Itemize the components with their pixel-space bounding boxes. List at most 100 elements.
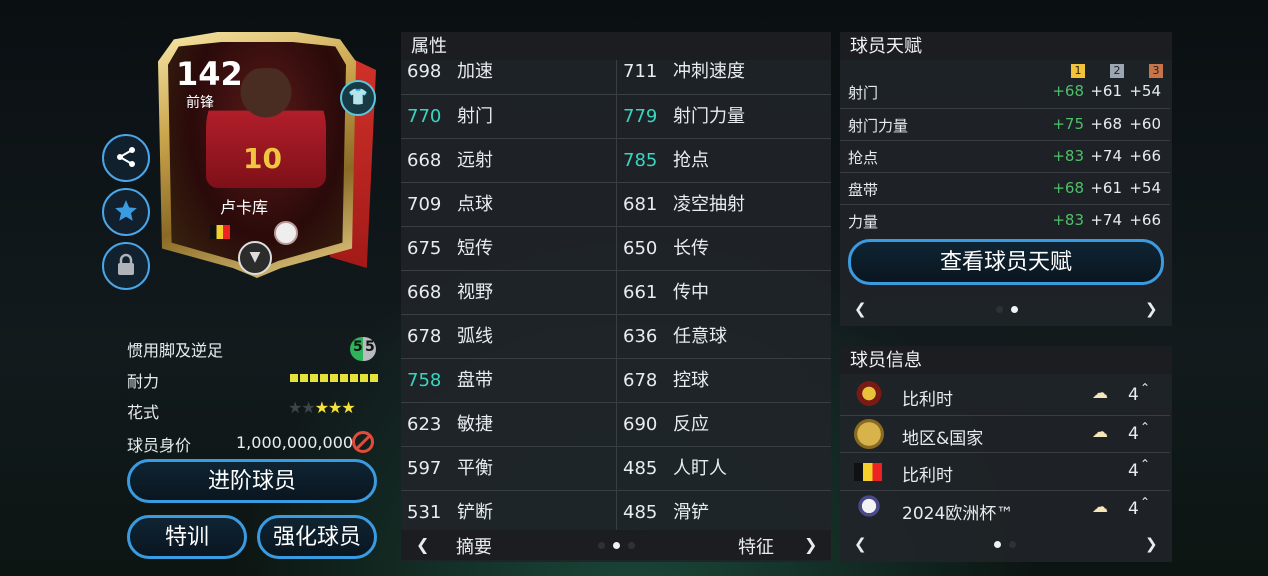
info-next-arrow[interactable]: ❯ — [1145, 535, 1158, 553]
attribute-row: 678 弧线 636 任意球 — [401, 314, 831, 359]
page-dot — [1009, 541, 1016, 548]
attribute-cell: 485 人盯人 — [623, 447, 727, 491]
talent-next-arrow[interactable]: ❯ — [1145, 300, 1158, 318]
euro-league-icon — [274, 221, 298, 245]
chevron-up-icon: ⌃ — [1140, 381, 1151, 395]
attribute-name: 任意球 — [673, 326, 727, 347]
player-info-count: 4 — [1128, 461, 1139, 481]
attribute-name: 加速 — [457, 61, 493, 82]
chevron-up-icon: ⌃ — [1140, 494, 1151, 509]
attribute-value: 597 — [407, 458, 442, 479]
tab-traits[interactable]: 特征 — [738, 533, 774, 559]
skill-label: 花式 — [127, 403, 160, 422]
attribute-cell: 690 反应 — [623, 403, 709, 447]
skill-stars: ★★★★★ — [288, 398, 356, 417]
share-icon[interactable] — [102, 134, 150, 182]
player-info-label: 比利时 — [902, 466, 953, 486]
attribute-cell: 675 短传 — [407, 227, 493, 271]
belgium-crest-icon — [854, 380, 884, 410]
talent-bonus: +74 — [1090, 147, 1122, 165]
attribute-value: 758 — [407, 370, 442, 391]
attributes-prev-arrow[interactable]: ❮ — [416, 535, 429, 554]
attribute-name: 长传 — [673, 238, 709, 259]
attribute-value: 698 — [407, 61, 442, 82]
shirt-icon[interactable]: 👕 — [340, 80, 376, 116]
attributes-next-arrow[interactable]: ❯ — [804, 535, 817, 554]
star-icon[interactable] — [102, 188, 150, 236]
value-label: 球员身价 — [127, 436, 192, 455]
attribute-name: 冲刺速度 — [673, 61, 745, 82]
view-talent-button[interactable]: 查看球员天赋 — [848, 239, 1164, 285]
attribute-cell: 636 任意球 — [623, 315, 727, 359]
belgium-flag-icon — [854, 463, 882, 481]
talent-bonus: +83 — [1052, 147, 1084, 165]
stamina-label: 耐力 — [127, 372, 160, 391]
attribute-name: 短传 — [457, 238, 493, 259]
attribute-value: 668 — [407, 150, 442, 171]
attribute-name: 传中 — [673, 282, 709, 303]
talent-bonus: +68 — [1052, 179, 1084, 197]
attribute-cell: 681 凌空抽射 — [623, 183, 745, 227]
not-tradable-icon — [352, 431, 374, 453]
attribute-cell: 623 敏捷 — [407, 403, 493, 447]
talent-bonus: +60 — [1129, 115, 1161, 133]
weak-foot-label: 惯用脚及逆足 — [127, 341, 224, 360]
attribute-value: 531 — [407, 502, 442, 523]
upgrade-button[interactable]: 进阶球员 — [127, 459, 377, 503]
star-icon: ★ — [288, 398, 302, 417]
talent-bonus: +74 — [1090, 211, 1122, 229]
stamina-bar — [290, 374, 378, 382]
attribute-cell: 668 视野 — [407, 271, 493, 315]
player-info-count: 4 — [1128, 423, 1139, 444]
player-info-title: 球员信息 — [840, 346, 1172, 374]
weak-foot-right: 5 — [365, 339, 375, 355]
player-info-row[interactable]: 比利时 ☁ 4 ⌃ — [840, 377, 1170, 414]
attribute-name: 抢点 — [673, 150, 709, 171]
talent-bonus: +61 — [1090, 82, 1122, 100]
talent-bonus: +66 — [1129, 211, 1161, 229]
jersey-number: 10 — [243, 142, 282, 175]
page-dot — [628, 542, 635, 549]
talent-bonus: +54 — [1129, 82, 1161, 100]
attribute-name: 视野 — [457, 282, 493, 303]
page-dot — [996, 306, 1003, 313]
attribute-name: 射门力量 — [673, 106, 745, 127]
training-button[interactable]: 特训 — [127, 515, 247, 559]
attribute-value: 678 — [623, 370, 658, 391]
player-info-label: 地区&国家 — [902, 428, 984, 449]
attribute-cell: 668 远射 — [407, 139, 493, 183]
talent-prev-arrow[interactable]: ❮ — [854, 300, 867, 318]
attribute-cell: 531 铲断 — [407, 491, 493, 535]
attribute-value: 678 — [407, 326, 442, 347]
attribute-row: 709 点球 681 凌空抽射 — [401, 182, 831, 227]
attribute-cell: 678 控球 — [623, 359, 709, 403]
attribute-name: 远射 — [457, 150, 493, 171]
attribute-row: 623 敏捷 690 反应 — [401, 402, 831, 447]
player-info-row[interactable]: 2024欧洲杯™ ☁ 4 ⌃ — [840, 489, 1170, 528]
talent-row: 射门 +68 +61 +54 — [840, 76, 1170, 108]
attribute-cell: 678 弧线 — [407, 315, 493, 359]
lock-icon[interactable] — [102, 242, 150, 290]
attribute-row: 668 视野 661 传中 — [401, 270, 831, 315]
attribute-row: 758 盘带 678 控球 — [401, 358, 831, 403]
talent-bonus: +68 — [1090, 115, 1122, 133]
weak-foot-badge: 5 5 — [350, 337, 376, 361]
player-value: 1,000,000,000 — [236, 433, 354, 452]
attribute-cell: 698 加速 — [407, 50, 493, 94]
talent-name: 射门 — [848, 84, 879, 102]
talent-bonus: +61 — [1090, 179, 1122, 197]
attribute-value: 661 — [623, 282, 658, 303]
chemistry-badge-icon: ▼ — [238, 241, 272, 275]
tab-summary[interactable]: 摘要 — [456, 533, 492, 559]
enhance-button[interactable]: 强化球员 — [257, 515, 377, 559]
attribute-cell: 711 冲刺速度 — [623, 50, 745, 94]
region-globe-icon — [854, 418, 884, 449]
info-prev-arrow[interactable]: ❮ — [854, 535, 867, 553]
attribute-value: 711 — [623, 61, 658, 82]
attribute-value: 785 — [623, 150, 658, 171]
page-dot-active — [1011, 306, 1018, 313]
attribute-value: 668 — [407, 282, 442, 303]
player-info-row[interactable]: 地区&国家 ☁ 4 ⌃ — [840, 414, 1170, 453]
star-icon: ★ — [341, 398, 355, 417]
player-info-row[interactable]: 比利时 4 ⌃ — [840, 452, 1170, 490]
